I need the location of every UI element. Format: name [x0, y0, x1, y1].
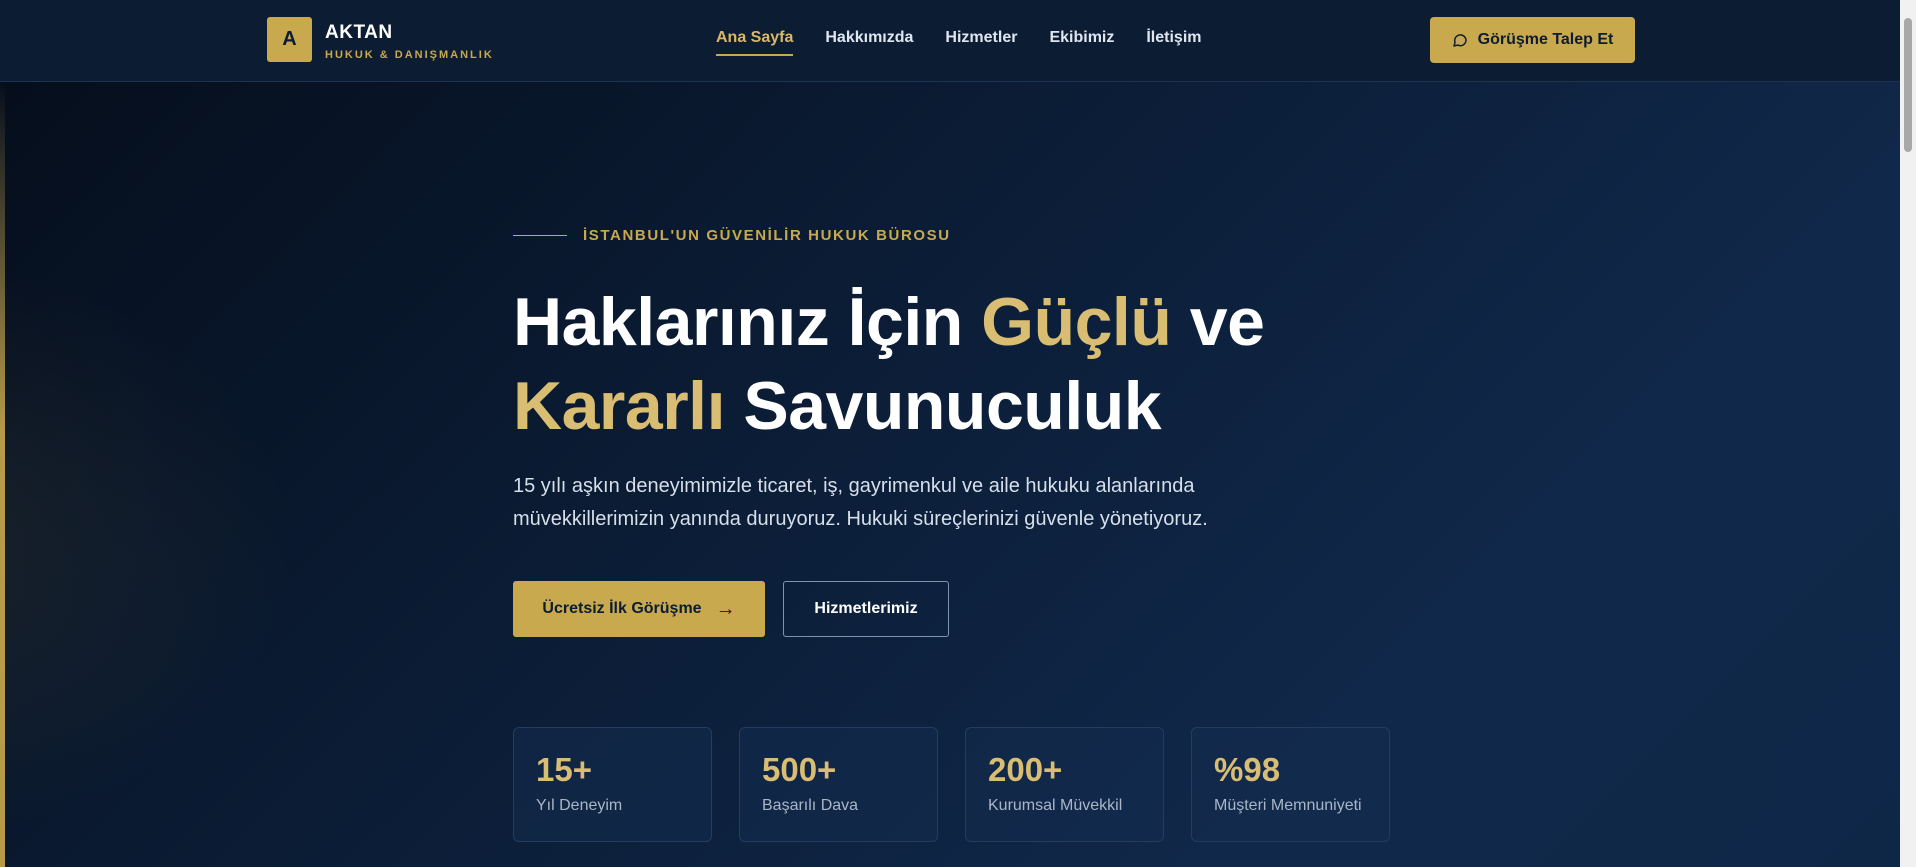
hero-title-part3: Savunuculuk: [724, 368, 1162, 444]
stat-label: Müşteri Memnuniyeti: [1214, 797, 1362, 814]
hero-description: 15 yılı aşkın deneyimimizle ticaret, iş,…: [513, 470, 1293, 536]
stat-card-experience: 15+ Yıl Deneyim: [513, 727, 712, 842]
stat-value: %98: [1214, 751, 1281, 788]
arrow-right-icon: →: [715, 598, 736, 620]
hero-title-gold1: Güçlü: [981, 284, 1172, 360]
nav-item-ana-sayfa[interactable]: Ana Sayfa: [716, 29, 794, 56]
nav-item-ekibimiz[interactable]: Ekibimiz: [1049, 29, 1114, 56]
hero-title-gold2: Kararlı: [513, 368, 725, 444]
hero-title-part1: Haklarınız İçin: [513, 284, 982, 360]
request-meeting-label: Görüşme Talep Et: [1477, 31, 1614, 48]
hero-eyebrow: İSTANBUL'UN GÜVENİLİR HUKUK BÜROSU: [513, 227, 951, 244]
eyebrow-line: [513, 235, 567, 236]
main-nav: Ana Sayfa Hakkımızda Hizmetler Ekibimiz …: [716, 29, 1202, 56]
stat-value: 15+: [536, 751, 592, 788]
page: A AKTAN HUKUK & DANIŞMANLIK Ana Sayfa Ha…: [0, 0, 1916, 867]
services-button[interactable]: Hizmetlerimiz: [783, 581, 949, 637]
nav-item-hizmetler[interactable]: Hizmetler: [945, 29, 1017, 56]
request-meeting-button[interactable]: Görüşme Talep Et: [1430, 17, 1635, 63]
gold-edge-accent: [0, 82, 5, 867]
hero-title-part2: ve: [1171, 284, 1265, 360]
background-glow: [0, 250, 300, 850]
vertical-scrollbar[interactable]: [1900, 0, 1916, 867]
eyebrow-text: İSTANBUL'UN GÜVENİLİR HUKUK BÜROSU: [583, 227, 951, 244]
stat-label: Başarılı Dava: [762, 797, 859, 814]
stat-card-satisfaction: %98 Müşteri Memnuniyeti: [1191, 727, 1390, 842]
stats-row: 15+ Yıl Deneyim 500+ Başarılı Dava 200+ …: [513, 727, 1390, 842]
stat-value: 200+: [988, 751, 1063, 788]
stat-label: Yıl Deneyim: [536, 797, 623, 814]
brand-subtitle: HUKUK & DANIŞMANLIK: [325, 49, 494, 61]
site-header: A AKTAN HUKUK & DANIŞMANLIK Ana Sayfa Ha…: [0, 0, 1900, 82]
hero-title: Haklarınız İçin Güçlü ve Kararlı Savunucu…: [513, 280, 1413, 448]
nav-item-hakkimizda[interactable]: Hakkımızda: [825, 29, 913, 56]
hero-description-line2: müvekkillerimizin yanında duruyoruz. Huk…: [513, 508, 1208, 530]
chat-icon: [1452, 34, 1467, 47]
stat-label: Kurumsal Müvekkil: [988, 797, 1123, 814]
stat-card-clients: 200+ Kurumsal Müvekkil: [965, 727, 1164, 842]
free-consultation-button[interactable]: Ücretsiz İlk Görüşme →: [513, 581, 765, 637]
nav-item-iletisim[interactable]: İletişim: [1146, 29, 1201, 56]
logo-mark[interactable]: A: [267, 17, 312, 62]
scrollbar-thumb[interactable]: [1904, 18, 1912, 152]
stat-value: 500+: [762, 751, 837, 788]
brand-name[interactable]: AKTAN: [325, 22, 393, 44]
free-consultation-label: Ücretsiz İlk Görüşme: [542, 600, 702, 617]
stat-card-cases: 500+ Başarılı Dava: [739, 727, 938, 842]
hero-description-line1: 15 yılı aşkın deneyimimizle ticaret, iş,…: [513, 475, 1195, 497]
